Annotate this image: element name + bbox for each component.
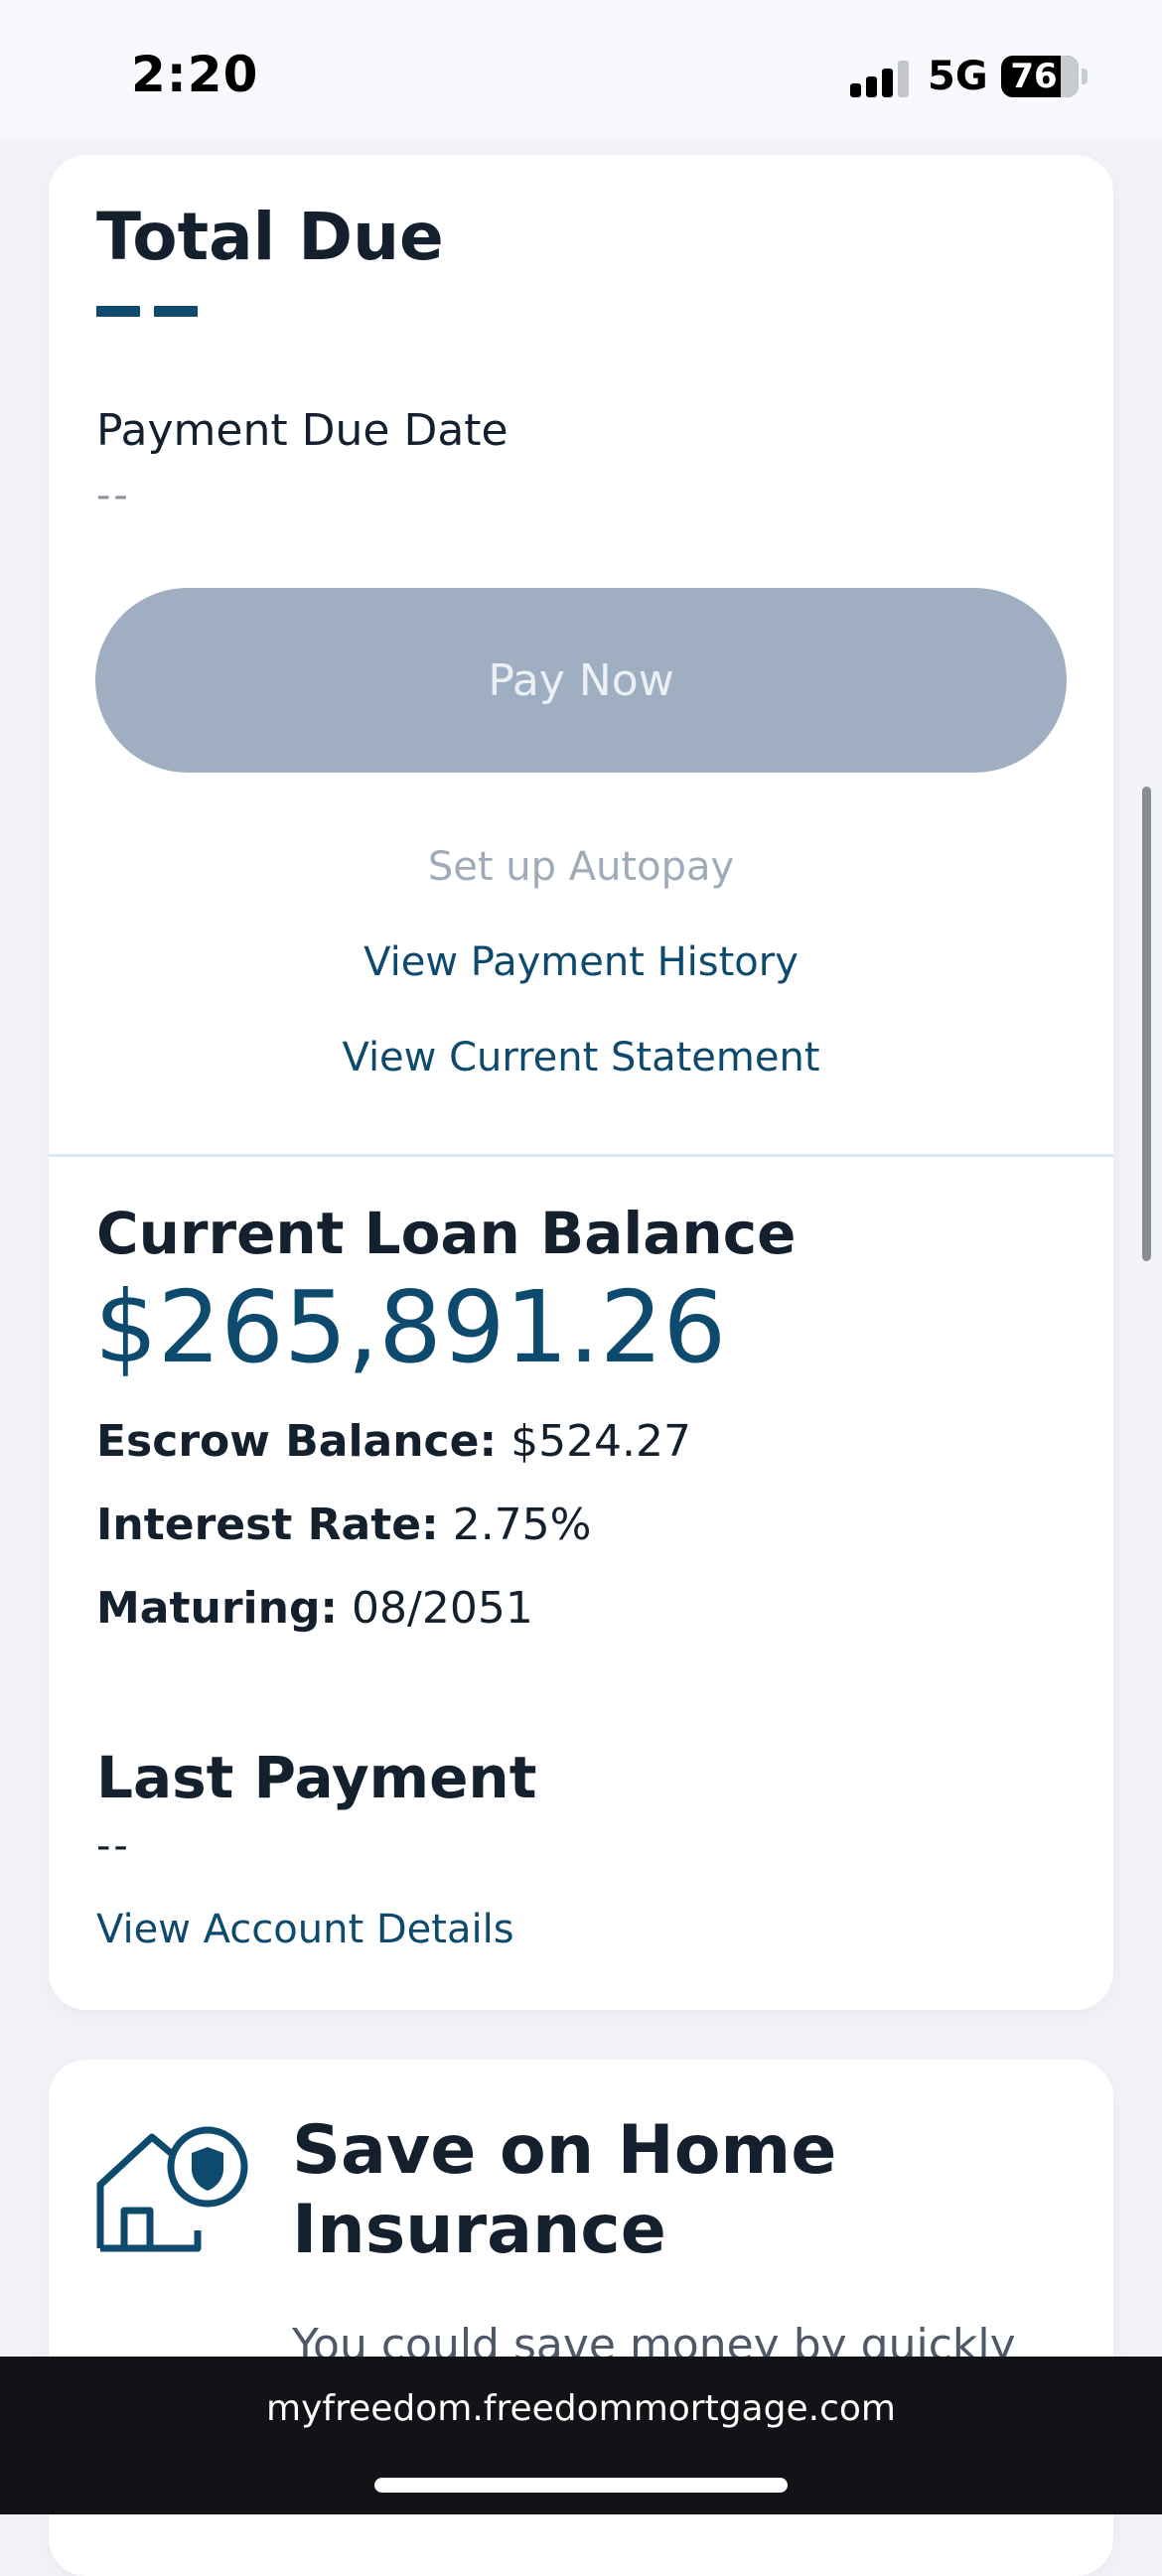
total-due-title: Total Due bbox=[96, 199, 444, 275]
promo-title-line-1: Save on Home bbox=[292, 2111, 837, 2190]
payment-due-date-label: Payment Due Date bbox=[96, 405, 508, 456]
last-payment-value: -- bbox=[96, 1823, 131, 1869]
cellular-signal-icon bbox=[850, 58, 910, 97]
battery-icon: 76 bbox=[1001, 56, 1079, 97]
maturing-value: 08/2051 bbox=[352, 1583, 533, 1634]
view-current-statement-link[interactable]: View Current Statement bbox=[49, 1035, 1113, 1080]
section-divider bbox=[49, 1154, 1113, 1157]
escrow-balance-label: Escrow Balance: bbox=[96, 1416, 498, 1467]
payment-due-date-value: -- bbox=[96, 473, 131, 518]
pay-now-button[interactable]: Pay Now bbox=[95, 588, 1067, 773]
view-account-details-link[interactable]: View Account Details bbox=[96, 1907, 514, 1952]
escrow-balance-row: Escrow Balance: $524.27 bbox=[96, 1416, 691, 1467]
set-up-autopay-link[interactable]: Set up Autopay bbox=[49, 844, 1113, 890]
status-bar: 2:20 5G 76 bbox=[0, 0, 1162, 139]
current-loan-balance-title: Current Loan Balance bbox=[96, 1200, 797, 1267]
browser-url[interactable]: myfreedom.freedommortgage.com bbox=[0, 2388, 1162, 2429]
current-loan-balance-value: $265,891.26 bbox=[94, 1269, 727, 1385]
total-due-value-placeholder bbox=[96, 302, 212, 321]
pay-now-label: Pay Now bbox=[488, 654, 674, 706]
promo-title: Save on Home Insurance bbox=[292, 2111, 836, 2270]
interest-rate-label: Interest Rate: bbox=[96, 1500, 439, 1550]
interest-rate-row: Interest Rate: 2.75% bbox=[96, 1500, 591, 1550]
battery-tip bbox=[1082, 69, 1088, 84]
status-time: 2:20 bbox=[131, 46, 259, 103]
interest-rate-value: 2.75% bbox=[452, 1500, 592, 1550]
scrollbar-thumb[interactable] bbox=[1142, 787, 1151, 1261]
house-shield-icon bbox=[94, 2113, 249, 2252]
browser-address-bar[interactable]: myfreedom.freedommortgage.com bbox=[0, 2357, 1162, 2514]
loan-summary-card: Total Due Payment Due Date -- Pay Now Se… bbox=[49, 155, 1113, 2010]
home-indicator[interactable] bbox=[374, 2478, 788, 2493]
maturing-row: Maturing: 08/2051 bbox=[96, 1583, 533, 1634]
network-type: 5G bbox=[928, 54, 988, 99]
escrow-balance-value: $524.27 bbox=[510, 1416, 692, 1467]
maturing-label: Maturing: bbox=[96, 1583, 339, 1634]
promo-title-line-2: Insurance bbox=[292, 2191, 666, 2269]
view-payment-history-link[interactable]: View Payment History bbox=[49, 939, 1113, 985]
battery-level: 76 bbox=[1010, 57, 1058, 96]
last-payment-title: Last Payment bbox=[96, 1744, 537, 1811]
